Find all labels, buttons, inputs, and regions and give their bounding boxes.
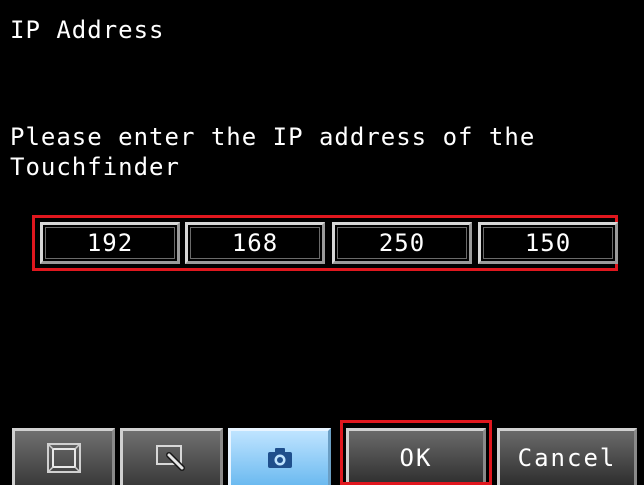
ip-octet-4-value: 150 — [524, 229, 572, 257]
ip-octet-2-field[interactable]: 168 — [185, 222, 325, 264]
ip-octet-3-field[interactable]: 250 — [332, 222, 472, 264]
ip-octet-2-value: 168 — [231, 229, 279, 257]
ip-octet-1-value: 192 — [86, 229, 134, 257]
dialog-title: IP Address — [10, 16, 165, 44]
zoom-select-icon — [155, 445, 185, 471]
frame-fit-button[interactable] — [12, 428, 115, 485]
frame-fit-icon — [46, 443, 81, 473]
prompt-line-1: Please enter the IP address of the — [10, 123, 536, 151]
cancel-button[interactable]: Cancel — [497, 428, 637, 485]
touchfinder-screen: IP Address Please enter the IP address o… — [0, 0, 644, 485]
camera-icon — [267, 448, 292, 468]
dialog-prompt: Please enter the IP address of the Touch… — [10, 122, 535, 182]
prompt-line-2: Touchfinder — [10, 153, 180, 181]
ip-octet-4-field[interactable]: 150 — [478, 222, 618, 264]
camera-button[interactable] — [228, 428, 331, 485]
zoom-select-button[interactable] — [120, 428, 223, 485]
ok-button[interactable]: OK — [346, 428, 486, 485]
ip-octet-1-field[interactable]: 192 — [40, 222, 180, 264]
ip-octet-3-value: 250 — [378, 229, 426, 257]
